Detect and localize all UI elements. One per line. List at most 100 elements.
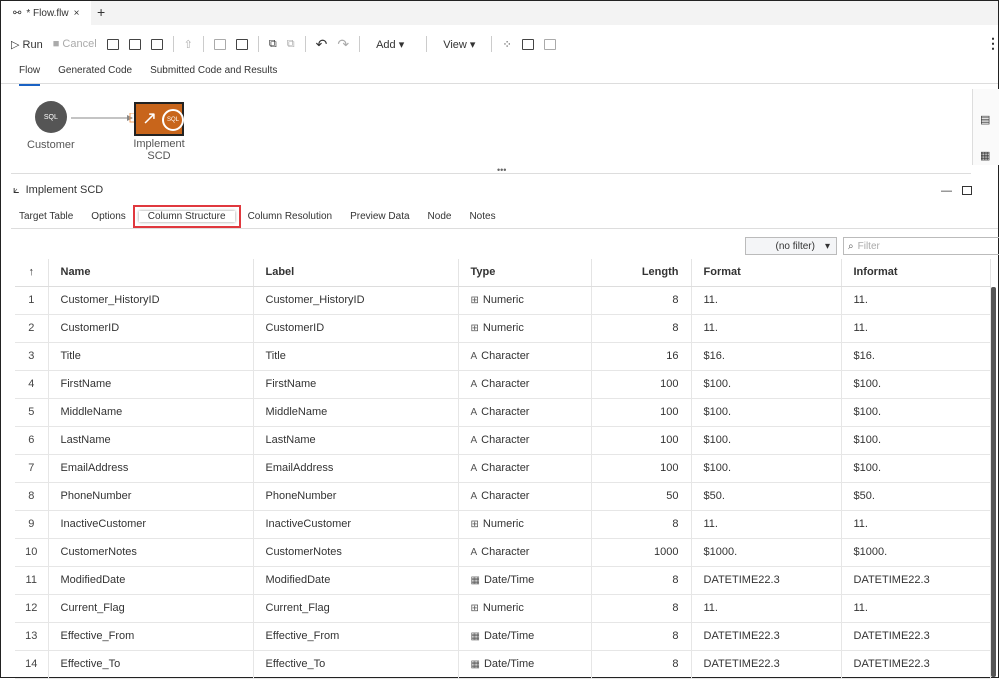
table-row[interactable]: 10 CustomerNotes CustomerNotes A Character 10… [15, 538, 991, 567]
tab-notes[interactable]: Notes [460, 211, 504, 222]
informat-cell: DATETIME22.3 [841, 566, 991, 595]
view-menu-button[interactable]: View ▾ [443, 38, 475, 51]
copy-icon[interactable]: ⧉ [269, 38, 277, 51]
new-tab-button[interactable]: + [97, 4, 105, 20]
row-number: 12 [15, 594, 49, 623]
name-cell: Title [48, 342, 254, 371]
minimize-icon[interactable]: — [941, 185, 952, 197]
column-header-format[interactable]: Format [691, 259, 842, 287]
length-cell-text: 50 [666, 490, 679, 502]
informat-cell-text: $1000. [853, 546, 888, 558]
column-header-name[interactable]: Name [48, 259, 254, 287]
save-as-icon[interactable] [235, 38, 248, 50]
divider [491, 36, 493, 52]
type-cell-text: Numeric [482, 322, 524, 334]
label-cell-text: InactiveCustomer [265, 518, 352, 530]
tab-options[interactable]: Options [82, 211, 134, 222]
splitter-handle[interactable]: ••• [497, 165, 506, 175]
paste-icon[interactable]: ⧉ [287, 38, 295, 51]
label-cell-text: Title [265, 350, 286, 362]
run-label: Run [22, 38, 43, 51]
node-implement-scd[interactable]: ↗ SQL Implement SCD [133, 102, 185, 162]
column-header-label[interactable]: Label [253, 259, 459, 287]
tab-preview-data[interactable]: Preview Data [341, 211, 418, 222]
table-row[interactable]: 8 PhoneNumber PhoneNumber A Character 50 $50. $… [15, 482, 991, 511]
upload-icon[interactable]: ⇧ [184, 38, 193, 51]
table-row[interactable]: 14 Effective_To Effective_To ▦ Date/Time 8 DAT… [15, 650, 991, 679]
properties-icon[interactable]: ▤ [980, 113, 990, 126]
splitter[interactable] [11, 173, 971, 174]
table-row[interactable]: 2 CustomerID CustomerID ⊞ Numeric 8 11. 11. [15, 314, 991, 343]
table-row[interactable]: 3 Title Title A Character 16 $16. $16. [15, 342, 991, 371]
table-row[interactable]: 1 Customer_HistoryID Customer_HistoryID ⊞ Nu… [15, 286, 991, 315]
row-number: 1 [15, 286, 49, 315]
column-header-type[interactable]: Type [458, 259, 592, 287]
tab-column-structure[interactable]: Column Structure [132, 205, 241, 228]
length-cell: 1000 [591, 538, 692, 567]
length-cell-text: 8 [672, 322, 679, 334]
label-cell: Customer_HistoryID [253, 286, 459, 315]
tab-node[interactable]: Node [419, 211, 461, 222]
table-row[interactable]: 6 LastName LastName A Character 100 $100. $100. [15, 426, 991, 455]
table-row[interactable]: 9 InactiveCustomer InactiveCustomer ⊞ Numeri… [15, 510, 991, 539]
layout-icon[interactable] [543, 38, 556, 50]
run-node-icon[interactable] [128, 38, 141, 50]
informat-cell: 11. [841, 510, 991, 539]
label-cell: CustomerID [253, 314, 459, 343]
type-cell: ⊞ Numeric [458, 510, 592, 539]
run-from-icon[interactable] [106, 38, 119, 50]
table-row[interactable]: 4 FirstName FirstName A Character 100 $100. $10… [15, 370, 991, 399]
scrollbar[interactable] [991, 287, 996, 677]
run-to-icon[interactable] [150, 38, 163, 50]
format-cell: $100. [691, 370, 842, 399]
type-cell: A Character [458, 426, 592, 455]
add-menu-button[interactable]: Add ▾ [376, 38, 404, 51]
column-header-informat[interactable]: Informat [841, 259, 991, 287]
tab-column-resolution[interactable]: Column Resolution [239, 211, 342, 222]
row-number: 10 [15, 538, 49, 567]
table-row[interactable]: 12 Current_Flag Current_Flag ⊞ Numeric 8 11. 11… [15, 594, 991, 623]
fit-icon[interactable] [521, 38, 534, 50]
more-options-icon[interactable]: ⋮ [986, 35, 999, 52]
table-row[interactable]: 5 MiddleName MiddleName A Character 100 $100. $… [15, 398, 991, 427]
redo-icon[interactable]: ↷ [337, 36, 349, 53]
name-cell: PhoneNumber [48, 482, 254, 511]
row-number: 13 [15, 622, 49, 651]
maximize-icon[interactable] [962, 186, 972, 195]
document-tab[interactable]: ⚯ * Flow.flw × [1, 1, 91, 25]
column-header-length[interactable]: Length [591, 259, 692, 287]
scd-icon: ⟀ [13, 184, 20, 196]
table-row[interactable]: 7 EmailAddress EmailAddress A Character 100 $1… [15, 454, 991, 483]
close-tab-button[interactable]: × [74, 8, 80, 19]
run-button[interactable]: ▷ Run [11, 38, 43, 51]
details-icon[interactable]: ▦ [980, 149, 990, 162]
format-cell: $100. [691, 426, 842, 455]
length-cell-text: 100 [660, 378, 679, 390]
format-cell: DATETIME22.3 [691, 650, 842, 679]
undo-icon[interactable]: ↶ [316, 36, 328, 53]
cancel-button[interactable]: ■ Cancel [53, 38, 97, 50]
filter-input[interactable]: ⌕ Filter [843, 237, 999, 255]
sort-column-header[interactable]: ↑ [15, 259, 49, 287]
format-cell: $1000. [691, 538, 842, 567]
label-cell-text: FirstName [265, 378, 317, 390]
table-row[interactable]: 13 Effective_From Effective_From ▦ Date/Time… [15, 622, 991, 651]
label-cell-text: PhoneNumber [265, 490, 337, 502]
arrange-icon[interactable]: ⁘ [502, 38, 511, 51]
name-cell-text: MiddleName [60, 406, 123, 418]
tab-target-table[interactable]: Target Table [19, 211, 82, 222]
filter-placeholder: Filter [857, 240, 880, 252]
type-cell-text: Character [481, 406, 530, 418]
table-row[interactable]: 11 ModifiedDate ModifiedDate ▦ Date/Time 8 DAT… [15, 566, 991, 595]
format-cell: $100. [691, 398, 842, 427]
node-customer[interactable]: SQL Customer [27, 101, 75, 151]
label-cell-text: ModifiedDate [265, 574, 331, 586]
informat-cell-text: 11. [853, 518, 868, 530]
type-cell-text: Numeric [482, 602, 524, 614]
type-cell: A Character [458, 538, 592, 567]
length-cell-text: 1000 [654, 546, 679, 558]
length-cell-text: 8 [672, 294, 679, 306]
filter-select[interactable]: (no filter) ▾ [745, 237, 837, 255]
informat-cell: DATETIME22.3 [841, 622, 991, 651]
save-icon[interactable] [213, 38, 226, 50]
